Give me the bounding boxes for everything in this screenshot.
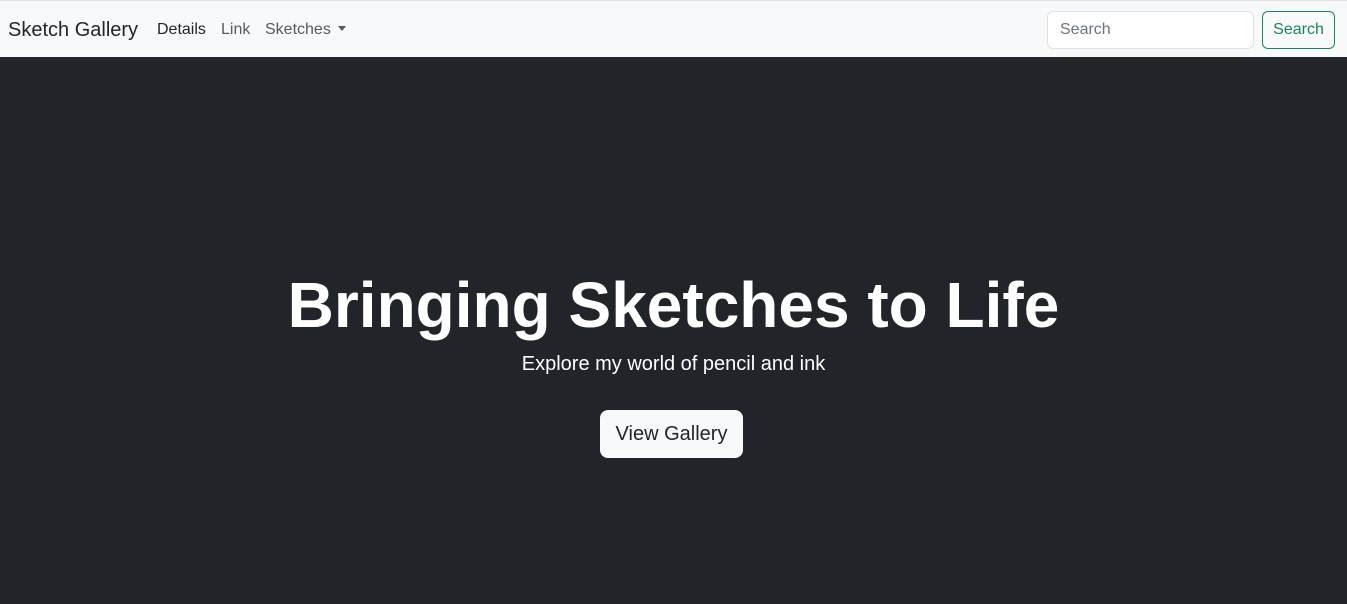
nav-link-link[interactable]: Link xyxy=(221,20,250,40)
search-input[interactable] xyxy=(1047,11,1254,49)
chevron-down-icon xyxy=(337,26,346,31)
view-gallery-button[interactable]: View Gallery xyxy=(600,410,743,458)
search-button[interactable]: Search xyxy=(1262,11,1335,49)
hero-section: Bringing Sketches to Life Explore my wor… xyxy=(0,57,1347,604)
navbar-brand[interactable]: Sketch Gallery xyxy=(8,16,138,44)
nav-dropdown-sketches[interactable]: Sketches xyxy=(265,20,346,40)
hero-title: Bringing Sketches to Life xyxy=(287,269,1060,341)
nav-link-details[interactable]: Details xyxy=(157,20,206,40)
navbar: Sketch Gallery Details Link Sketches Sea… xyxy=(0,0,1347,57)
nav-dropdown-sketches-label: Sketches xyxy=(265,21,331,38)
hero-subtitle: Explore my world of pencil and ink xyxy=(521,353,826,375)
